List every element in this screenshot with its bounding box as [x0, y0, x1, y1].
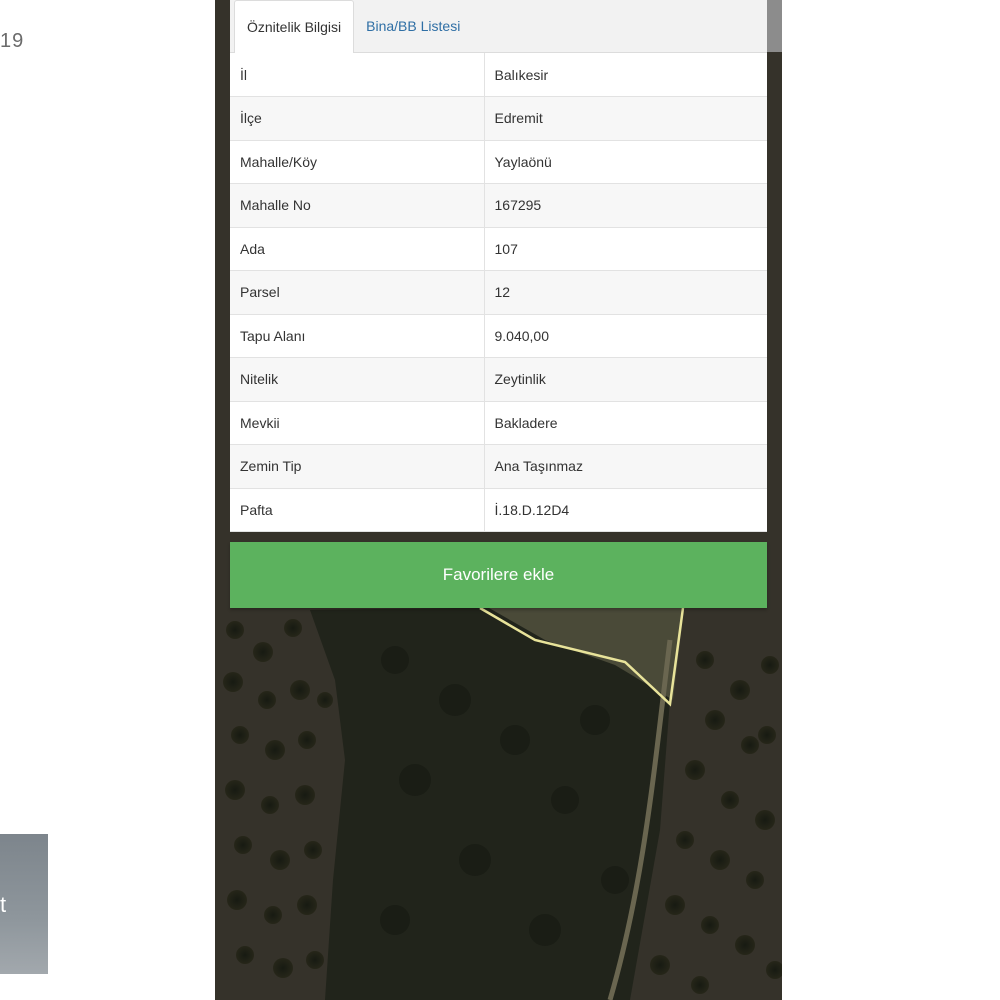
phone-screen: Öznitelik Bilgisi Bina/BB Listesi İl Balı… — [215, 0, 782, 1000]
panel-edge-bar — [767, 0, 782, 52]
add-to-favorites-button[interactable]: Favorilere ekle — [230, 542, 767, 608]
background-number-text: 19 — [0, 30, 25, 52]
attribute-table: İl Balıkesir İlçe Edremit Mahalle/Köy Yayla… — [230, 53, 767, 532]
table-row: Mevkii Bakladere — [230, 401, 767, 445]
attribute-key: Mahalle No — [230, 183, 485, 228]
table-row: İlçe Edremit — [230, 96, 767, 141]
attribute-key: İl — [230, 53, 485, 97]
attribute-key: Zemin Tip — [230, 444, 485, 489]
attribute-key: Mahalle/Köy — [230, 140, 485, 184]
table-row: Pafta İ.18.D.12D4 — [230, 488, 767, 532]
attribute-value: İ.18.D.12D4 — [484, 488, 767, 532]
attribute-value: Yaylaönü — [484, 140, 767, 184]
attribute-key: İlçe — [230, 96, 485, 141]
attribute-value: Balıkesir — [484, 53, 767, 97]
table-row: Nitelik Zeytinlik — [230, 357, 767, 402]
attribute-value: Ana Taşınmaz — [484, 444, 767, 489]
tab-oznitelik-bilgisi[interactable]: Öznitelik Bilgisi — [234, 0, 355, 53]
table-row: Ada 107 — [230, 227, 767, 271]
table-row: Zemin Tip Ana Taşınmaz — [230, 444, 767, 489]
table-row: Tapu Alanı 9.040,00 — [230, 314, 767, 358]
table-row: İl Balıkesir — [230, 53, 767, 97]
side-card: t — [0, 834, 48, 974]
table-row: Parsel 12 — [230, 270, 767, 315]
table-row: Mahalle/Köy Yaylaönü — [230, 140, 767, 184]
attribute-key: Parsel — [230, 270, 485, 315]
tab-bina-bb-listesi[interactable]: Bina/BB Listesi — [354, 0, 472, 52]
panel-tabs: Öznitelik Bilgisi Bina/BB Listesi — [230, 0, 767, 53]
attribute-value: 9.040,00 — [484, 314, 767, 358]
table-row: Mahalle No 167295 — [230, 183, 767, 228]
attribute-value: Zeytinlik — [484, 357, 767, 402]
attribute-key: Pafta — [230, 488, 485, 532]
attribute-value: 12 — [484, 270, 767, 315]
attribute-value: 167295 — [484, 183, 767, 228]
attribute-key: Nitelik — [230, 357, 485, 402]
attribute-key: Mevkii — [230, 401, 485, 445]
attribute-value: Edremit — [484, 96, 767, 141]
attribute-value: Bakladere — [484, 401, 767, 445]
side-card-text: t — [0, 892, 7, 917]
attribute-panel: Öznitelik Bilgisi Bina/BB Listesi İl Balı… — [230, 0, 767, 532]
attribute-key: Ada — [230, 227, 485, 271]
attribute-key: Tapu Alanı — [230, 314, 485, 358]
attribute-value: 107 — [484, 227, 767, 271]
